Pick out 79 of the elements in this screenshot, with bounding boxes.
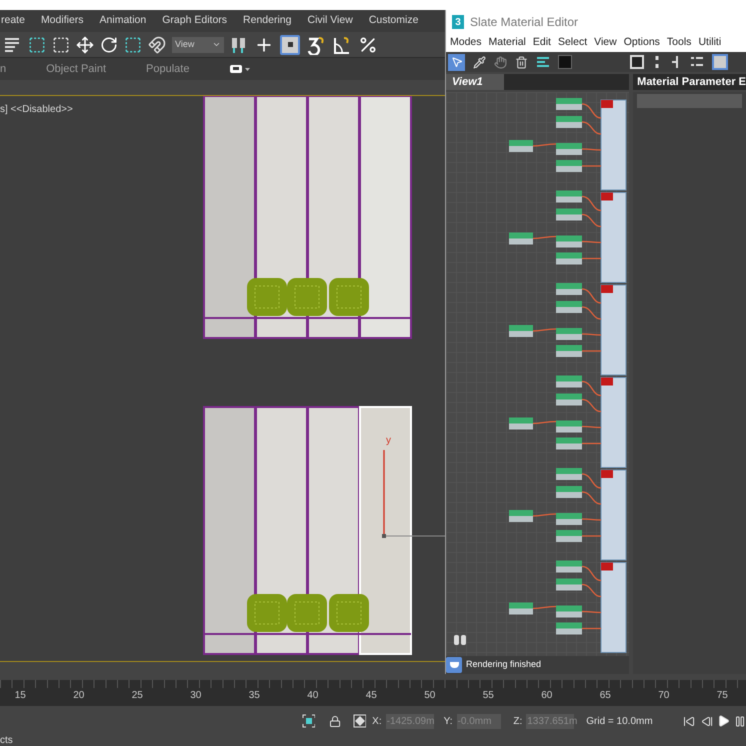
eyedropper-icon[interactable]	[473, 56, 486, 68]
menu-item[interactable]: Utiliti	[698, 35, 722, 51]
layout-icon[interactable]	[536, 56, 550, 68]
timeline-tick-label: 25	[130, 689, 144, 703]
y-label: Y:	[444, 714, 453, 728]
keyboard-shortcut-toggle[interactable]	[280, 34, 300, 54]
menu-item[interactable]: Civil View	[307, 13, 353, 29]
caret-icon	[212, 40, 221, 49]
view-dropdown[interactable]: View	[172, 36, 224, 52]
background-toggle[interactable]	[558, 55, 572, 69]
node-graph-area[interactable]	[446, 92, 630, 656]
navigate-icon[interactable]	[452, 632, 468, 648]
select-list-icon[interactable]	[4, 36, 22, 52]
pivot-icon[interactable]	[230, 36, 248, 54]
menu-item[interactable]: Material	[488, 35, 526, 51]
x-label: X:	[372, 714, 382, 728]
menu-item[interactable]: reate	[1, 13, 25, 29]
render-status-text: Rendering finished	[466, 658, 542, 672]
view-tab[interactable]: View1	[446, 74, 504, 90]
ribbon-tab[interactable]: n	[0, 60, 6, 78]
timeline-tick-label: 65	[598, 689, 612, 703]
ribbon-tab[interactable]: Populate	[146, 60, 190, 78]
snap-icon[interactable]	[306, 34, 326, 54]
percent-snap-icon[interactable]	[358, 34, 378, 54]
prompt-text: cts	[0, 736, 13, 746]
menu-item[interactable]: Select	[558, 35, 588, 51]
timeline-ruler[interactable]: 15 20 25 30 35 40 45 50 55 60 65 70 75	[0, 680, 746, 706]
play-icon[interactable]	[716, 714, 730, 728]
ribbon-tab[interactable]: Object Paint	[46, 60, 106, 78]
z-label: Z:	[513, 714, 522, 728]
rotate-icon[interactable]	[100, 36, 118, 54]
move-icon[interactable]	[76, 36, 94, 54]
menu-item[interactable]: Customize	[368, 13, 418, 29]
pointer-icon	[450, 56, 462, 68]
select-tool-button[interactable]	[448, 54, 465, 70]
previous-frame-icon[interactable]	[700, 714, 713, 728]
pause-icon[interactable]	[734, 714, 746, 728]
lock-icon[interactable]	[329, 714, 342, 728]
transform-mode-icon[interactable]	[353, 714, 366, 728]
timeline-tick-label: 35	[248, 689, 261, 703]
menu-item[interactable]: Tools	[666, 35, 692, 51]
viewport-label[interactable]: s] <<Disabled>>	[0, 102, 73, 117]
menu-item[interactable]: Modifiers	[40, 13, 84, 29]
display-icon[interactable]	[229, 64, 252, 74]
axis-label: y	[386, 436, 391, 446]
go-to-start-icon[interactable]	[682, 714, 695, 728]
delete-icon[interactable]	[515, 56, 528, 68]
timeline-tick-label: 50	[423, 689, 436, 703]
menu-item[interactable]: Animation	[100, 13, 146, 29]
window-select-icon[interactable]	[52, 36, 70, 54]
angle-snap-icon[interactable]	[332, 34, 352, 54]
timeline-tick-label: 15	[14, 689, 27, 703]
menu-item[interactable]: Options	[624, 35, 660, 51]
timeline-tick-label: 40	[306, 689, 320, 703]
timeline-tick-label: 75	[716, 689, 729, 703]
menu-item[interactable]: Modes	[450, 35, 482, 51]
render-status-icon	[446, 657, 462, 673]
timeline-tick-label: 70	[657, 689, 670, 703]
timeline-tick-label: 20	[72, 689, 86, 703]
scale-icon[interactable]	[124, 36, 142, 54]
menu-item[interactable]: View	[594, 35, 617, 51]
hand-icon[interactable]	[494, 56, 507, 68]
timeline-tick-label: 45	[364, 689, 378, 703]
parameter-panel-title: Material Parameter E	[633, 74, 746, 90]
menu-item[interactable]: Edit	[532, 35, 551, 51]
window-title: Slate Material Editor	[470, 14, 578, 31]
list-icon[interactable]	[690, 55, 704, 69]
grid-size-text: Grid = 10.0mm	[586, 714, 653, 728]
magnet-icon[interactable]	[148, 36, 166, 54]
region-select-icon[interactable]	[28, 36, 46, 54]
timeline-tick-label: 55	[482, 689, 495, 703]
timeline-tick-label: 60	[540, 689, 554, 703]
menu-item[interactable]: Rendering	[243, 13, 292, 29]
viewport[interactable]: s] <<Disabled>> y	[0, 96, 445, 662]
selection-icon[interactable]	[302, 714, 316, 728]
menu-item[interactable]: Graph Editors	[162, 13, 228, 29]
app-badge: 3	[452, 15, 464, 29]
timeline-tick-label: 30	[189, 689, 202, 703]
preview-toggle[interactable]	[630, 55, 644, 69]
